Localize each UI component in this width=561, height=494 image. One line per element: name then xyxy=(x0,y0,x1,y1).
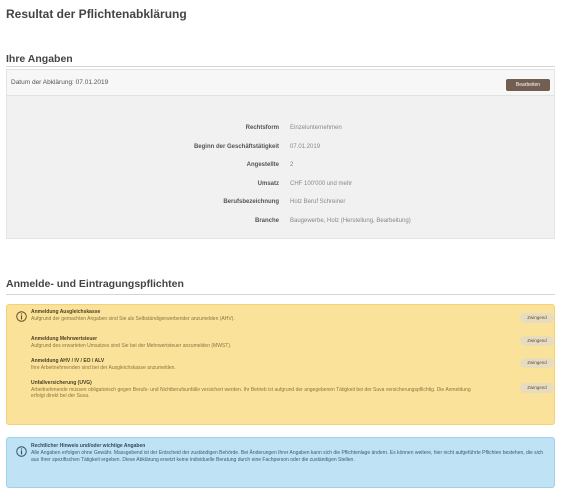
legal-note-body: Alle Angaben erfolgen ohne Gewähr. Massg… xyxy=(31,449,544,463)
info-circle-icon xyxy=(16,311,27,322)
detail-value: Holz Beruf Schreiner xyxy=(290,199,346,205)
required-badge: Zwingend xyxy=(520,383,554,393)
detail-key: Beginn der Geschäftstätigkeit xyxy=(193,144,279,150)
duties-divider xyxy=(6,294,555,295)
detail-row: Rechtsform Einzelunternehmen xyxy=(7,125,554,137)
required-badge: Zwingend xyxy=(520,336,554,346)
required-badge: Zwingend xyxy=(520,358,554,368)
detail-row: Angestellte 2 xyxy=(7,162,554,174)
detail-value: Baugewerbe, Holz (Herstellung, Bearbeitu… xyxy=(290,218,411,224)
detail-key: Branche xyxy=(254,218,279,224)
detail-row: Beginn der Geschäftstätigkeit 07.01.2019 xyxy=(7,144,554,156)
required-badge: Zwingend xyxy=(520,313,554,323)
details-section-title: Ihre Angaben xyxy=(6,53,73,65)
duty-description: Aufgrund des erwarteten Umsatzes sind Si… xyxy=(31,342,232,349)
legal-note-title: Rechtlicher Hinweis und/oder wichtige An… xyxy=(31,443,146,449)
detail-key: Rechtsform xyxy=(245,125,279,131)
detail-key: Angestellte xyxy=(246,162,279,168)
edit-button[interactable]: Bearbeiten xyxy=(506,79,550,91)
duties-panel: Anmeldung Ausgleichskasse Aufgrund der g… xyxy=(6,304,555,425)
detail-row: Branche Baugewerbe, Holz (Herstellung, B… xyxy=(7,218,554,230)
details-panel-header: Datum der Abklärung: 07.01.2019 Bearbeit… xyxy=(7,70,554,96)
assessment-date: Datum der Abklärung: 07.01.2019 xyxy=(11,79,109,86)
duty-item: Anmeldung AHV / IV / EO / ALV Ihre Arbei… xyxy=(31,358,471,371)
duty-description: Aufgrund der gemachten Angaben sind Sie … xyxy=(31,315,235,322)
legal-note: Rechtlicher Hinweis und/oder wichtige An… xyxy=(31,443,549,463)
detail-row: Umsatz CHF 100'000 und mehr xyxy=(7,181,554,193)
detail-row: Berufsbezeichnung Holz Beruf Schreiner xyxy=(7,199,554,211)
duties-section-title: Anmelde- und Eintragungspflichten xyxy=(6,278,184,290)
duty-item: Anmeldung Mehrwertsteuer Aufgrund des er… xyxy=(31,336,471,349)
duty-item: Unfallversicherung (UVG) Arbeitnehmende … xyxy=(31,380,471,400)
detail-value: 2 xyxy=(290,162,294,168)
detail-value: CHF 100'000 und mehr xyxy=(290,181,353,187)
detail-value: 07.01.2019 xyxy=(290,144,321,150)
page-title: Resultat der Pflichtenabklärung xyxy=(6,7,187,21)
duty-description: Arbeitnehmende müssen obligatorisch gege… xyxy=(31,386,471,400)
detail-value: Einzelunternehmen xyxy=(290,125,342,131)
details-divider xyxy=(6,66,555,67)
details-panel: Datum der Abklärung: 07.01.2019 Bearbeit… xyxy=(6,69,555,239)
duty-item: Anmeldung Ausgleichskasse Aufgrund der g… xyxy=(31,309,471,322)
info-circle-icon xyxy=(16,446,27,457)
detail-key: Berufsbezeichnung xyxy=(223,199,279,205)
detail-key: Umsatz xyxy=(257,181,279,187)
legal-note-panel: Rechtlicher Hinweis und/oder wichtige An… xyxy=(6,437,555,488)
duty-description: Ihre Arbeitnehmenden sind bei der Ausgle… xyxy=(31,364,176,371)
